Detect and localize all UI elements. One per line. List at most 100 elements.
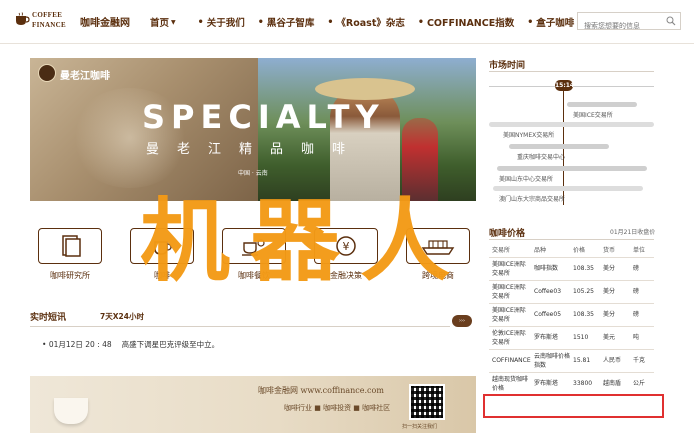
category-links: 咖啡研究所 咖啡 咖啡餐饮 ¥ 金融决策 跨境电商 <box>38 228 478 284</box>
category-catering[interactable]: 咖啡餐饮 <box>222 228 288 284</box>
column-header: 货币 <box>600 243 630 258</box>
category-icon-box <box>130 228 194 264</box>
brand-name: 咖啡金融网 <box>80 18 130 29</box>
table-cell: 15.81 <box>570 349 600 373</box>
banner-logo: 曼老江咖啡 <box>38 64 112 82</box>
category-research[interactable]: 咖啡研究所 <box>38 228 104 284</box>
table-cell: Coffee03 <box>531 280 570 304</box>
divider <box>30 326 450 327</box>
qr-code-icon <box>409 384 445 420</box>
divider <box>489 239 654 240</box>
site-logo[interactable]: COFFEE FINANCE <box>14 8 76 36</box>
hero-banner[interactable]: 曼老江咖啡 SPECIALTY 曼老江精品咖啡 中国 · 云南 <box>30 58 476 201</box>
table-cell: 105.25 <box>570 280 600 304</box>
table-row: 伦敦ICE洲际交易所 罗布斯塔 1510 美元 吨 <box>489 326 654 350</box>
table-cell: 云南咖啡价格指数 <box>531 349 570 373</box>
search-box <box>577 12 681 34</box>
column-header: 单位 <box>630 243 654 258</box>
table-cell: 美分 <box>600 280 630 304</box>
table-cell: 美国ICE洲际交易所 <box>489 257 531 281</box>
nav-home-label: 首页 <box>150 18 170 29</box>
table-cell: 美国ICE洲际交易所 <box>489 280 531 304</box>
nav-index-label: COFFINANCE指数 <box>426 18 515 29</box>
table-cell: 公斤 <box>630 372 654 396</box>
price-table: 交易所 品种 价格 货币 单位 美国ICE洲际交易所 咖啡指数 108.35 美… <box>489 243 654 396</box>
bullet-icon: • <box>327 16 334 28</box>
table-cell: 108.35 <box>570 257 600 281</box>
category-ecommerce[interactable]: 跨境电商 <box>406 228 472 284</box>
market-label: 美国ICE交易所 <box>573 112 613 119</box>
market-session-bar <box>567 102 637 107</box>
search-icon[interactable] <box>666 16 676 26</box>
ship-icon <box>421 240 455 255</box>
nav-item-home[interactable]: 首页 ▼ <box>150 15 176 29</box>
promo-banner[interactable]: 咖啡金融网 www.coffinance.com 咖啡行业 ■ 咖啡投资 ■ 咖… <box>30 376 476 433</box>
news-header: 实时短讯 7天X24小时 <box>30 310 476 324</box>
brand-seal-icon <box>38 64 56 82</box>
banner-logo-text: 曼老江咖啡 <box>60 71 110 82</box>
table-cell: 越南现货咖啡价格 <box>489 372 531 396</box>
promo-line3: 扫一扫关注我们 <box>402 424 438 430</box>
prices-date: 01月21日收盘价 <box>610 229 656 236</box>
table-cell: 人民币 <box>600 349 630 373</box>
promo-line2: 咖啡行业 ■ 咖啡投资 ■ 咖啡社区 <box>284 404 391 412</box>
market-label: 美国山东中心交易所 <box>499 176 554 183</box>
column-header: 价格 <box>570 243 600 258</box>
banner-location: 中国 · 云南 <box>238 170 268 177</box>
nav-item-box-coffee[interactable]: • 盒子咖啡 <box>527 15 575 30</box>
table-cell: COFFINANCE <box>489 349 531 373</box>
market-label: 澳门山东大宗商品交易所 <box>499 196 566 203</box>
column-header: 品种 <box>531 243 570 258</box>
more-button[interactable]: ››› <box>452 315 472 327</box>
table-cell: 磅 <box>630 303 654 327</box>
category-icon-box <box>406 228 470 264</box>
banner-subheadline: 曼老江精品咖啡 <box>146 142 364 157</box>
divider <box>489 71 654 72</box>
category-label: 咖啡研究所 <box>50 271 90 280</box>
table-header-row: 交易所 品种 价格 货币 单位 <box>489 243 654 258</box>
nav-item-index[interactable]: • COFFINANCE指数 <box>417 15 515 30</box>
category-coffee[interactable]: 咖啡 <box>130 228 196 284</box>
category-icon-box <box>222 228 286 264</box>
market-session-bar <box>497 166 647 171</box>
column-header: 交易所 <box>489 243 531 258</box>
table-row: 美国ICE洲际交易所 Coffee03 105.25 美分 磅 <box>489 280 654 304</box>
table-row: COFFINANCE 云南咖啡价格指数 15.81 人民币 千克 <box>489 349 654 373</box>
table-cell: 磅 <box>630 257 654 281</box>
market-session-bar <box>493 186 643 191</box>
logo-line1: COFFEE <box>32 11 63 19</box>
market-session-bar <box>489 122 654 127</box>
bullet-icon: • <box>257 16 264 28</box>
category-label: 金融决策 <box>330 271 362 280</box>
table-cell: 罗布斯塔 <box>531 372 570 396</box>
news-subtitle: 7天X24小时 <box>100 312 144 321</box>
news-item[interactable]: • 01月12日 20 : 48 高盛下调星巴克评级至中立。 <box>42 339 219 350</box>
table-row: 美国ICE洲际交易所 咖啡指数 108.35 美分 磅 <box>489 257 654 281</box>
market-label: 美国NYMEX交易所 <box>503 132 555 139</box>
bullet-icon: • <box>417 16 424 28</box>
table-cell: 吨 <box>630 326 654 350</box>
highlight-box <box>483 394 664 418</box>
table-row: 美国ICE洲际交易所 Coffee05 108.35 美分 磅 <box>489 303 654 327</box>
book-icon <box>62 235 81 257</box>
table-cell: 美国ICE洲际交易所 <box>489 303 531 327</box>
nav-item-roast[interactable]: • 《Roast》杂志 <box>327 15 405 30</box>
nav-box-coffee-label: 盒子咖啡 <box>536 18 575 29</box>
table-cell: 美分 <box>600 303 630 327</box>
table-cell: 磅 <box>630 280 654 304</box>
table-cell: 越南盾 <box>600 372 630 396</box>
category-finance[interactable]: ¥ 金融决策 <box>314 228 380 284</box>
search-input[interactable] <box>578 18 662 34</box>
nav-item-about[interactable]: • 关于我们 <box>197 15 245 30</box>
bullet-icon: • <box>197 16 204 28</box>
table-cell: 咖啡指数 <box>531 257 570 281</box>
market-timeline: 15:14 美国ICE交易所 美国NYMEX交易所 重庆咖啡交易中心 美国山东中… <box>489 80 654 205</box>
category-label: 跨境电商 <box>422 271 454 280</box>
table-cell: 108.35 <box>570 303 600 327</box>
main-nav: 首页 ▼ • 关于我们 • 黑谷子智库 • 《Roast》杂志 • COFFIN… <box>150 13 574 31</box>
table-row: 越南现货咖啡价格 罗布斯塔 33800 越南盾 公斤 <box>489 372 654 396</box>
nav-item-think-tank[interactable]: • 黑谷子智库 <box>257 15 315 30</box>
news-title: 实时短讯 <box>30 313 67 323</box>
news-time: 01月12日 20 : 48 <box>48 340 112 349</box>
market-label: 重庆咖啡交易中心 <box>517 154 566 161</box>
